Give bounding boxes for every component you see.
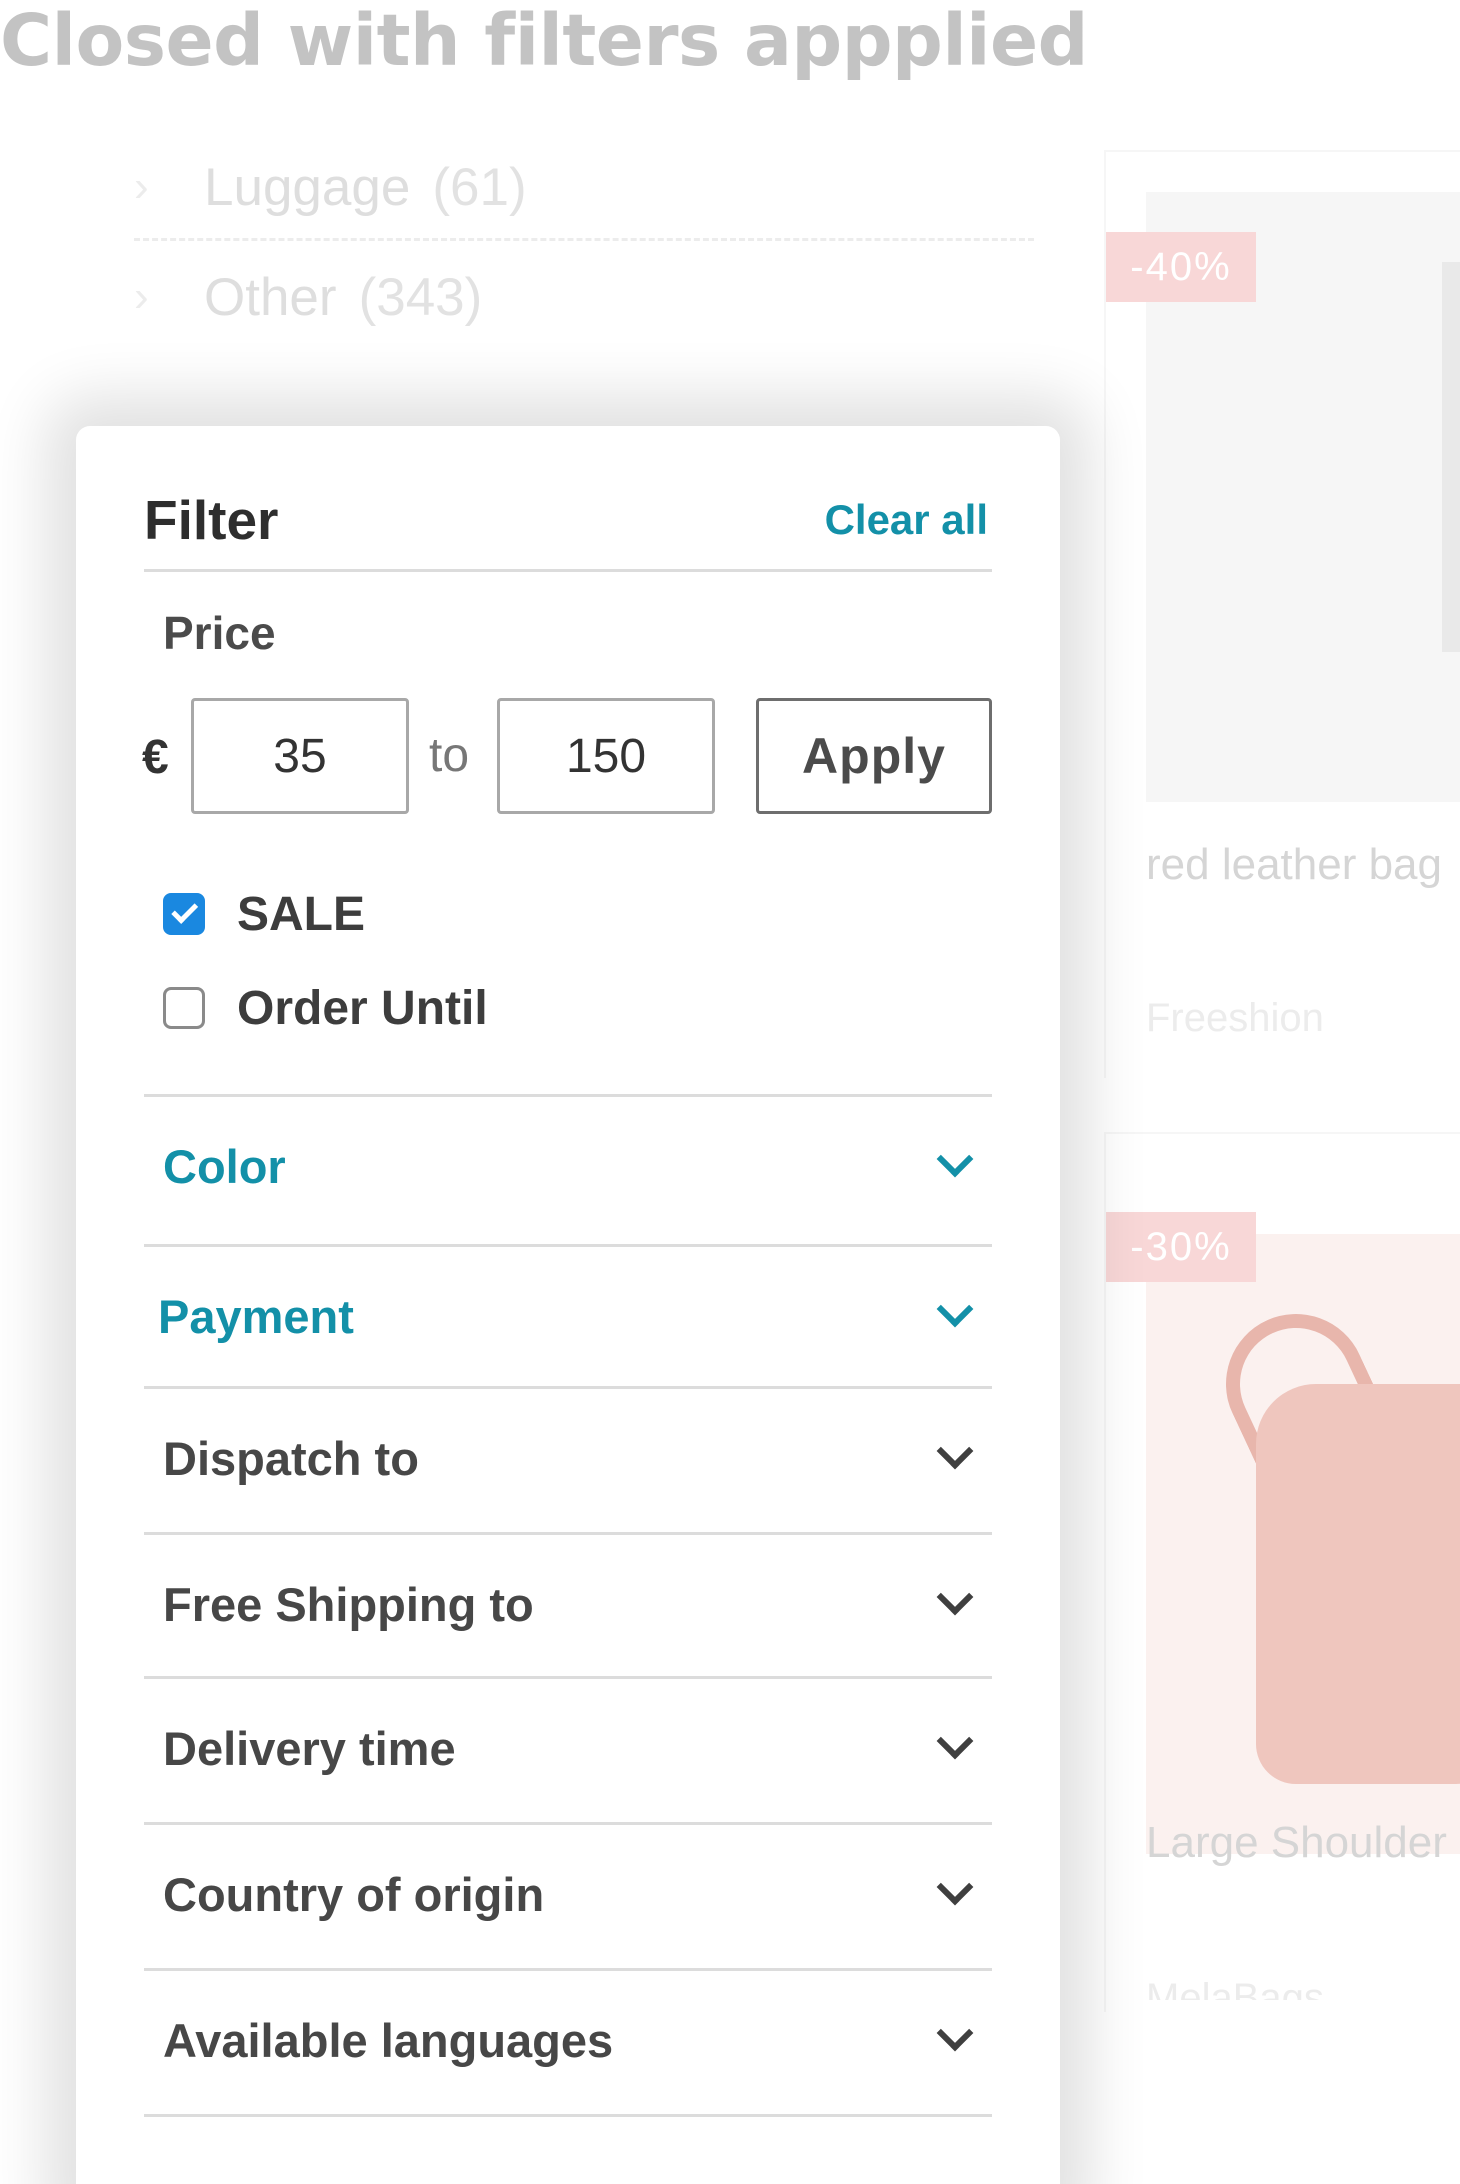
discount-badge: -30% [1106, 1212, 1256, 1282]
filter-title: Filter [144, 489, 279, 551]
bag-strap-graphic [1442, 262, 1460, 652]
filter-section-dispatch-to[interactable]: Dispatch to [144, 1388, 992, 1528]
chevron-down-icon [936, 1432, 974, 1470]
section-divider [144, 2114, 992, 2117]
product-name[interactable]: Large Shoulder [1146, 1818, 1447, 1868]
checkmark-icon [171, 897, 199, 924]
sale-checkbox-row[interactable]: SALE [163, 884, 365, 944]
filter-section-free-shipping-to[interactable]: Free Shipping to [144, 1534, 992, 1674]
chevron-down-icon [936, 1868, 974, 1906]
sale-checkbox-label: SALE [237, 887, 366, 941]
sale-checkbox[interactable] [163, 893, 205, 935]
chevron-down-icon [936, 1140, 974, 1178]
category-name: Other [204, 267, 337, 327]
price-max-input[interactable] [497, 698, 715, 814]
chevron-right-icon: › [134, 272, 149, 321]
product-card[interactable]: -40% red leather bag Freeshion [1104, 150, 1460, 1078]
page: Closed with filters appplied › Luggage (… [0, 0, 1460, 2184]
product-name[interactable]: red leather bag [1146, 840, 1442, 890]
apply-button[interactable]: Apply [756, 698, 992, 814]
filter-panel: Filter Clear all Price € to Apply SALE O… [76, 426, 1060, 2184]
price-label: Price [163, 607, 276, 659]
chevron-down-icon [936, 2014, 974, 2052]
filter-section-label: Color [163, 1139, 286, 1193]
filter-section-label: Payment [158, 1289, 354, 1343]
page-heading: Closed with filters appplied [0, 0, 1089, 82]
category-count: (61) [432, 157, 527, 217]
order-until-checkbox[interactable] [163, 987, 205, 1029]
product-image [1146, 1234, 1460, 1854]
chevron-down-icon [936, 1290, 974, 1328]
category-name: Luggage [204, 157, 411, 217]
order-until-checkbox-label: Order Until [237, 981, 488, 1035]
bag-graphic [1256, 1384, 1460, 1784]
product-brand: Freeshion [1146, 996, 1324, 1040]
product-brand: MelaBags [1146, 1976, 1324, 2000]
category-divider [134, 238, 1034, 241]
filter-section-color[interactable]: Color [144, 1096, 992, 1236]
category-item-luggage[interactable]: › Luggage (61) [134, 132, 1034, 242]
filter-header: Filter Clear all [144, 426, 992, 572]
chevron-right-icon: › [134, 162, 149, 211]
filter-section-label: Available languages [163, 2013, 614, 2067]
order-until-checkbox-row[interactable]: Order Until [163, 978, 488, 1038]
filter-section-label: Free Shipping to [163, 1577, 534, 1631]
discount-badge: -40% [1106, 232, 1256, 302]
filter-section-payment[interactable]: Payment [144, 1246, 992, 1386]
category-count: (343) [358, 267, 483, 327]
filter-section-delivery-time[interactable]: Delivery time [144, 1678, 992, 1818]
currency-symbol: € [142, 731, 169, 784]
clear-all-button[interactable]: Clear all [825, 496, 988, 544]
filter-section-label: Dispatch to [163, 1431, 419, 1485]
filter-section-country-of-origin[interactable]: Country of origin [144, 1824, 992, 1964]
chevron-down-icon [936, 1578, 974, 1616]
product-card[interactable]: -30% Large Shoulder MelaBags [1104, 1132, 1460, 2012]
category-item-other[interactable]: › Other (343) [134, 242, 1034, 352]
price-min-input[interactable] [191, 698, 409, 814]
price-range-separator: to [429, 729, 470, 782]
filter-section-label: Country of origin [163, 1867, 545, 1921]
filter-section-label: Delivery time [163, 1721, 456, 1775]
chevron-down-icon [936, 1722, 974, 1760]
filter-section-available-languages[interactable]: Available languages [144, 1970, 992, 2110]
